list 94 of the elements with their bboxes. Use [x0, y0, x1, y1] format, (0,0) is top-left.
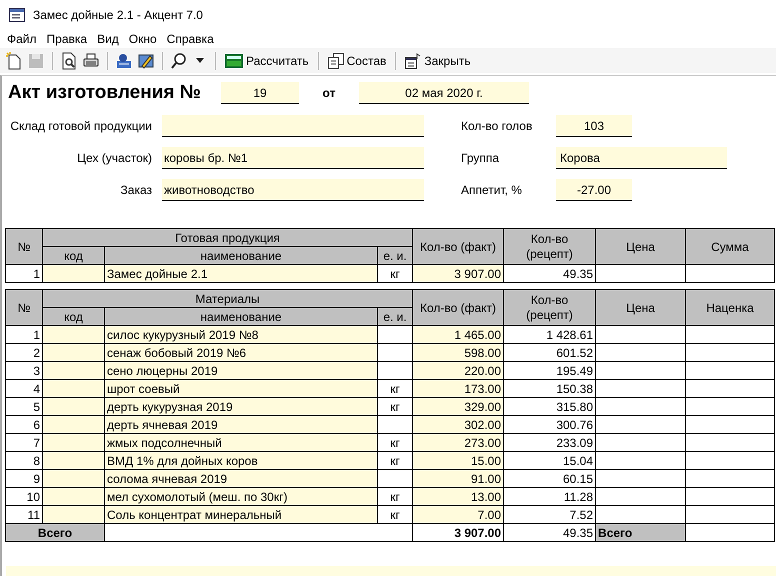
calculator-icon [225, 54, 243, 68]
table-cell: 49.35 [504, 264, 596, 282]
column-header: Готовая продукция [42, 228, 413, 246]
table-cell: 3 907.00 [412, 524, 504, 542]
window-title: Замес дойные 2.1 - Акцент 7.0 [33, 8, 203, 22]
table-cell: 150.38 [504, 380, 596, 398]
table-cell: ВМД 1% для дойных коров [104, 452, 378, 470]
window-icon [9, 8, 25, 22]
table-cell: 15.04 [504, 452, 596, 470]
table-cell: 273.00 [412, 434, 504, 452]
menu-item[interactable]: Справка [164, 32, 221, 46]
column-header: Наценка [686, 290, 774, 326]
date-field[interactable]: 02 мая 2020 г. [359, 82, 529, 104]
column-header: Кол-во (рецепт) [504, 228, 596, 264]
table-cell: дерть ячневая 2019 [104, 416, 378, 434]
number-field[interactable]: 19 [221, 82, 299, 104]
table-cell: 11.28 [504, 488, 596, 506]
search-icon[interactable] [170, 52, 188, 70]
network-icon[interactable] [115, 52, 133, 70]
input-field[interactable]: коровы бр. №1 [162, 147, 424, 169]
table-cell: солома ячневая 2019 [104, 470, 378, 488]
table-cell: 598.00 [412, 344, 504, 362]
table-cell: дерть кукурузная 2019 [104, 398, 378, 416]
column-header: Кол-во (факт) [412, 228, 504, 264]
menu-item[interactable]: Окно [126, 32, 164, 46]
document-close-icon [405, 52, 422, 68]
toolbar-button[interactable]: Рассчитать [223, 54, 311, 68]
input-field[interactable]: 103 [556, 115, 632, 137]
table-cell: силос кукурузный 2019 №8 [104, 326, 378, 344]
table-cell: 7.00 [412, 506, 504, 524]
column-header: Кол-во (рецепт) [504, 290, 596, 326]
input-field[interactable] [162, 115, 424, 137]
table-cell: 300.76 [504, 416, 596, 434]
form-title: Акт изготовления № [8, 82, 202, 104]
column-header: код [42, 308, 104, 326]
input-field[interactable]: животноводство [162, 179, 424, 201]
total-label: Всего [6, 524, 104, 542]
printer-icon[interactable] [82, 52, 100, 70]
table-cell: 1 465.00 [412, 326, 504, 344]
column-header: наименование [104, 246, 378, 264]
date-label: от [322, 86, 336, 100]
menu-item[interactable]: Вид [94, 32, 126, 46]
table-cell: 601.52 [504, 344, 596, 362]
table-cell: 3 907.00 [412, 264, 504, 282]
table-cell: 315.80 [504, 398, 596, 416]
table-cell: 195.49 [504, 362, 596, 380]
edit-icon[interactable] [137, 52, 155, 70]
column-header: код [42, 246, 104, 264]
column-header: Материалы [42, 290, 413, 308]
total-label: Всего [596, 524, 686, 542]
new-document-icon[interactable] [5, 52, 23, 70]
field-label: Склад готовой продукции [9, 119, 153, 133]
menu-item[interactable]: Правка [44, 32, 94, 46]
column-header: наименование [104, 308, 378, 326]
input-field[interactable]: -27.00 [556, 179, 632, 201]
table-cell: 15.00 [412, 452, 504, 470]
column-header: е. и. [378, 308, 413, 326]
field-label: Группа [461, 151, 500, 165]
table-cell: 13.00 [412, 488, 504, 506]
column-header: Кол-во (факт) [412, 290, 504, 326]
table-cell: 49.35 [504, 524, 596, 542]
field-label: Кол-во голов [461, 119, 534, 133]
table-cell: 1 428.61 [504, 326, 596, 344]
column-header: е. и. [378, 246, 413, 264]
toolbar-button[interactable]: Закрыть [403, 52, 473, 68]
table-cell: 7.52 [504, 506, 596, 524]
documents-icon [328, 52, 344, 68]
caret-icon[interactable] [196, 58, 204, 63]
table-cell: 173.00 [412, 380, 504, 398]
table-cell: мел сухомолотый (меш. по 30кг) [104, 488, 378, 506]
table-cell: 220.00 [412, 362, 504, 380]
toolbar-button[interactable]: Состав [326, 52, 388, 68]
menu-item[interactable]: Файл [4, 32, 44, 46]
table-cell: Замес дойные 2.1 [104, 264, 378, 282]
column-header: № [6, 290, 42, 326]
table-cell: 233.09 [504, 434, 596, 452]
table-cell: 91.00 [412, 470, 504, 488]
table-cell: 329.00 [412, 398, 504, 416]
print-preview-icon[interactable] [60, 52, 78, 70]
table-cell: 302.00 [412, 416, 504, 434]
field-label: Аппетит, % [461, 183, 523, 197]
input-field[interactable]: Корова [556, 147, 727, 169]
table-cell: сено люцерны 2019 [104, 362, 378, 380]
table-cell: 60.15 [504, 470, 596, 488]
column-header: № [6, 228, 42, 264]
table-cell: Соль концентрат минеральный [104, 506, 378, 524]
column-header: Цена [596, 228, 686, 264]
table-cell: жмых подсолнечный [104, 434, 378, 452]
table-cell: шрот соевый [104, 380, 378, 398]
column-header: Цена [596, 290, 686, 326]
column-header: Сумма [686, 228, 774, 264]
table-cell: сенаж бобовый 2019 №6 [104, 344, 378, 362]
field-label: Заказ [120, 183, 153, 197]
field-label: Цех (участок) [76, 151, 153, 165]
